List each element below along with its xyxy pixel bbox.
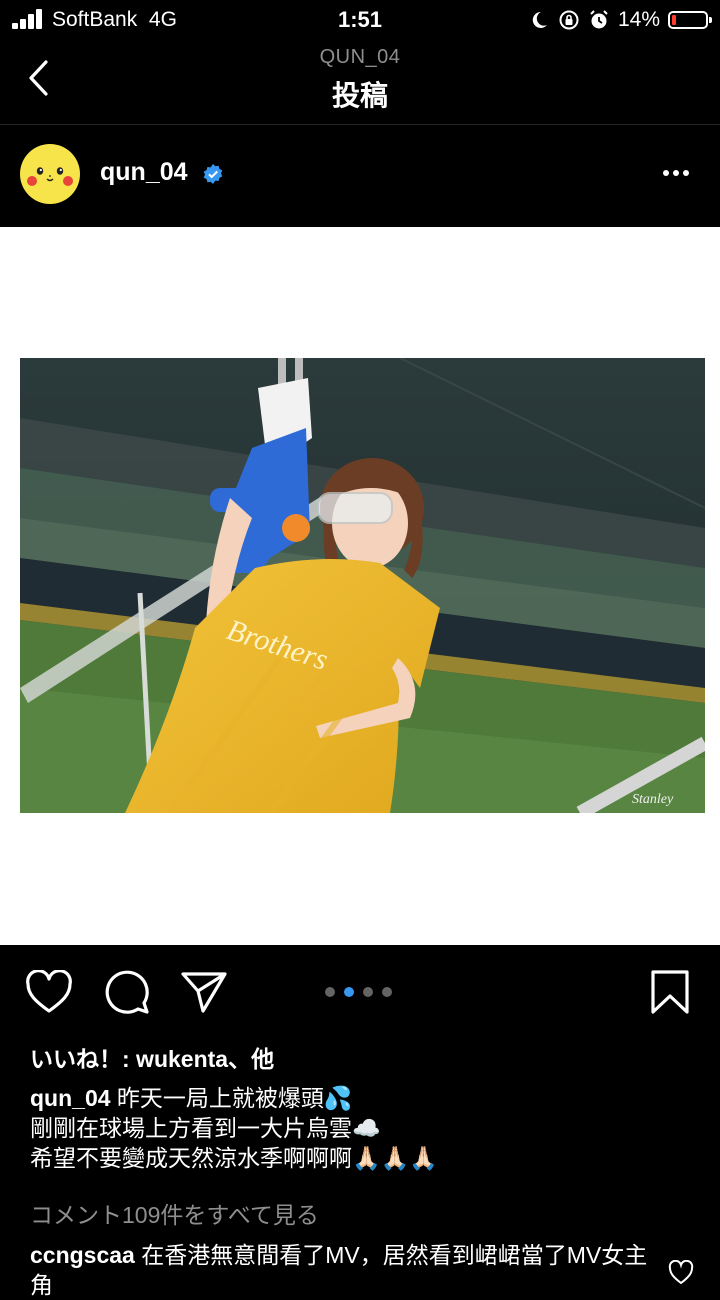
view-all-comments-link[interactable]: コメント109件をすべて見る — [30, 1196, 319, 1230]
caption-text: 希望不要變成天然涼水季啊啊啊🙏🏻🙏🏻🙏🏻 — [30, 1145, 438, 1171]
nav-subtitle: QUN_04 — [319, 46, 401, 68]
battery-icon — [668, 11, 712, 29]
carousel-dot — [325, 987, 335, 997]
caption-text: 剛剛在球場上方看到一大片烏雲☁️ — [30, 1115, 381, 1141]
share-button[interactable] — [180, 968, 228, 1016]
carousel-dot — [382, 987, 392, 997]
battery-level-fill — [672, 15, 676, 25]
more-options-button[interactable] — [656, 158, 696, 188]
like-button[interactable] — [25, 968, 73, 1016]
photo-watermark: Stanley — [632, 792, 674, 807]
battery-percent: 14% — [617, 8, 660, 31]
rotation-lock-icon — [558, 9, 580, 31]
nav-bar: QUN_04 投稿 — [0, 40, 720, 125]
dot-icon — [683, 170, 689, 176]
pikachu-avatar-icon — [20, 144, 80, 204]
comment-username[interactable]: ccngscaa — [30, 1242, 135, 1268]
post-actions — [0, 946, 720, 1038]
carousel-dot-active — [344, 987, 354, 997]
verified-badge-icon — [203, 164, 223, 184]
dot-icon — [663, 170, 669, 176]
post-header: qun_04 — [0, 125, 720, 225]
caption-username[interactable]: qun_04 — [30, 1085, 111, 1111]
alarm-icon — [588, 9, 610, 31]
send-icon — [181, 972, 227, 1013]
comment-button[interactable] — [103, 968, 151, 1016]
caption-text: 昨天一局上就被爆頭💦 — [116, 1085, 353, 1111]
bookmark-icon — [651, 970, 689, 1014]
post-media[interactable]: Brothers Stanley — [0, 227, 720, 945]
dot-icon — [673, 170, 679, 176]
page-title: 投稿 — [331, 80, 388, 111]
carousel-dot — [363, 987, 373, 997]
post-photo: Brothers Stanley — [20, 358, 705, 813]
caption-line: qun_04 昨天一局上就被爆頭💦 — [30, 1083, 700, 1113]
comment-like-icon[interactable] — [668, 1260, 694, 1286]
avatar[interactable] — [20, 144, 80, 204]
heart-icon — [26, 970, 72, 1013]
post-username[interactable]: qun_04 — [100, 158, 188, 187]
likes-summary[interactable]: いいね！: wukenta、他 — [30, 1040, 274, 1074]
comment-item: ccngscaa 在香港無意間看了MV，居然看到峮峮當了MV女主角 — [30, 1240, 670, 1300]
save-button[interactable] — [646, 968, 694, 1016]
status-icons: 14% — [528, 7, 712, 33]
post-caption: qun_04 昨天一局上就被爆頭💦 剛剛在球場上方看到一大片烏雲☁️ 希望不要變… — [30, 1083, 700, 1173]
status-bar: SoftBank 4G 1:51 14% — [0, 0, 720, 40]
moon-icon — [528, 9, 550, 31]
comment-bubble-icon — [105, 970, 149, 1014]
carousel-indicator — [325, 987, 392, 997]
